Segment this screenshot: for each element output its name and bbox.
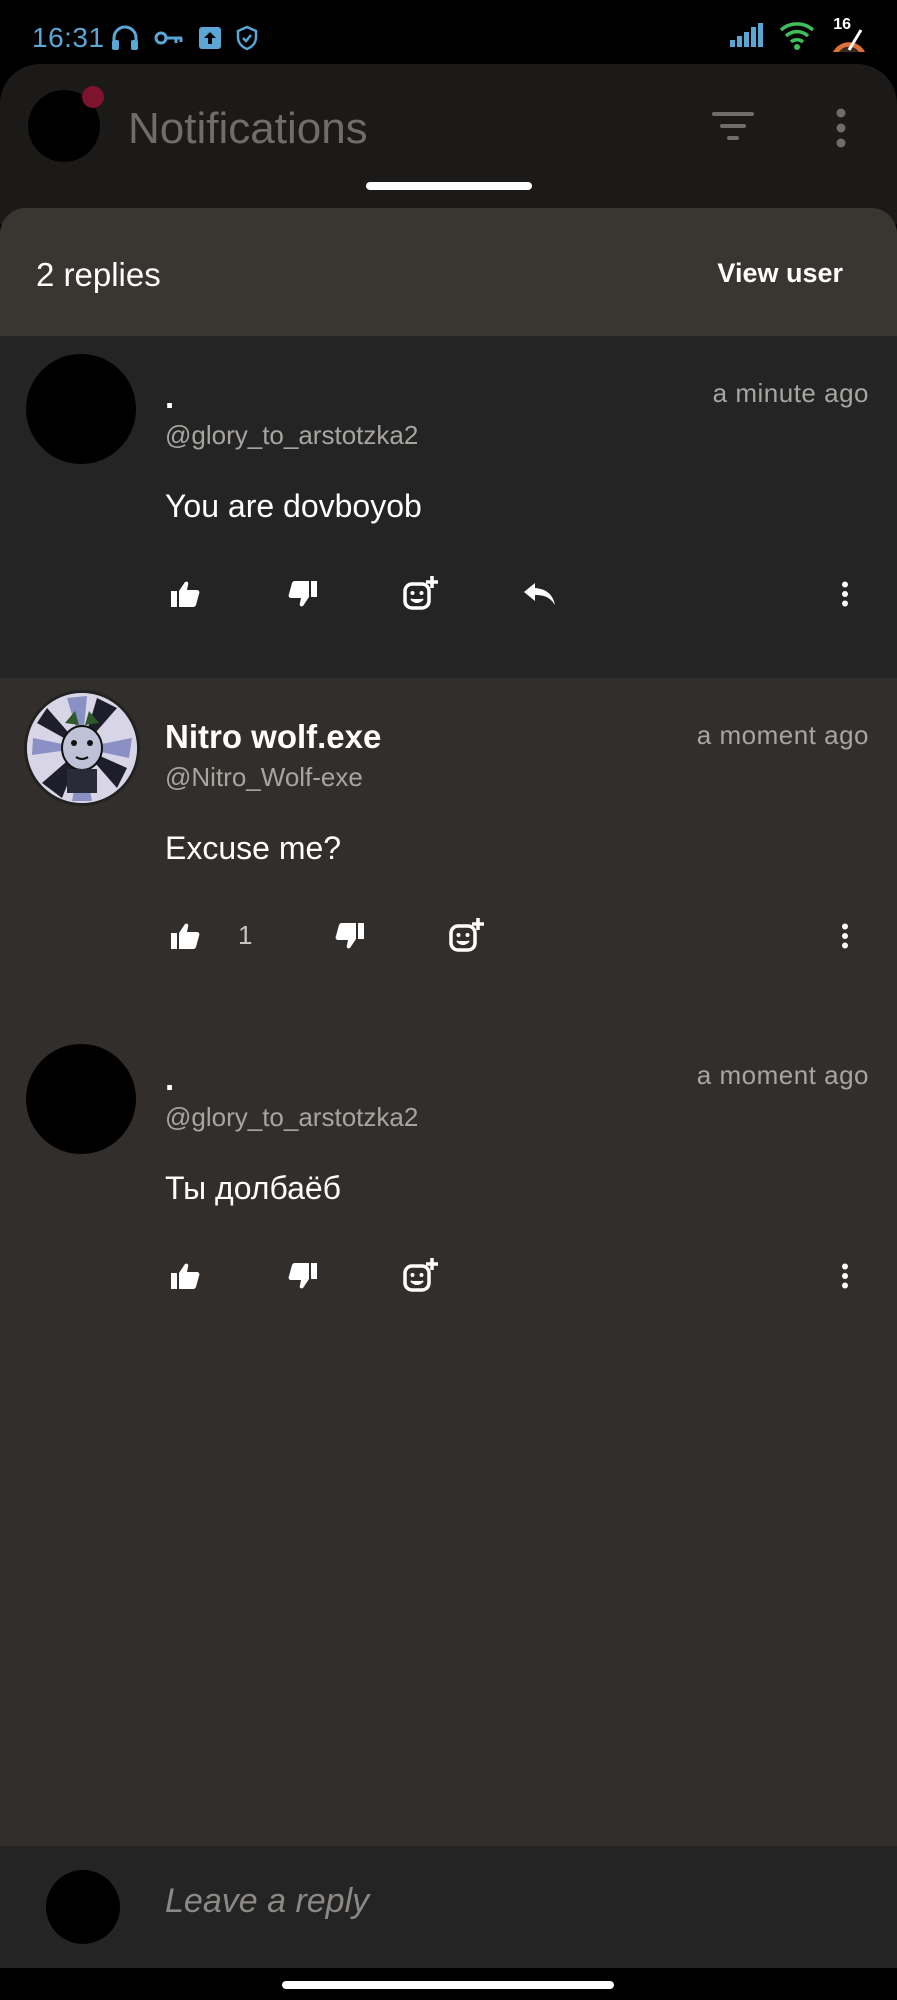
avatar[interactable] xyxy=(24,690,140,806)
more-vertical-icon xyxy=(842,1263,848,1289)
comment-time: a moment ago xyxy=(696,1060,869,1090)
wolf-avatar-image xyxy=(27,693,137,803)
replies-sheet: 2 replies View user . a minute ago @glor… xyxy=(0,208,897,1968)
add-emoji-icon xyxy=(403,576,438,610)
add-reaction-button[interactable] xyxy=(447,914,487,958)
filter-icon[interactable] xyxy=(712,110,754,142)
comment-more-button[interactable] xyxy=(825,1254,865,1298)
drag-handle[interactable] xyxy=(366,182,532,190)
upload-icon xyxy=(199,27,221,49)
comment-more-button[interactable] xyxy=(825,572,865,616)
add-emoji-icon xyxy=(403,1258,438,1292)
like-button[interactable] xyxy=(165,572,205,616)
battery-level: 16 xyxy=(833,16,851,33)
thumbs-up-icon xyxy=(171,581,200,607)
view-user-button[interactable]: View user xyxy=(717,258,843,289)
comment-handle[interactable]: @Nitro_Wolf-exe xyxy=(165,762,363,793)
reply-button[interactable] xyxy=(519,572,559,616)
like-button[interactable] xyxy=(165,914,205,958)
dislike-button[interactable] xyxy=(330,914,370,958)
avatar[interactable] xyxy=(26,1044,136,1154)
like-count: 1 xyxy=(238,920,253,950)
comment-text: You are dovboyob xyxy=(165,488,422,524)
avatar[interactable] xyxy=(26,354,136,464)
dislike-button[interactable] xyxy=(283,1254,323,1298)
comment-more-button[interactable] xyxy=(825,914,865,958)
dislike-button[interactable] xyxy=(283,572,323,616)
wifi-icon xyxy=(779,22,815,50)
comment-item: . a moment ago @glory_to_arstotzka2 Ты д… xyxy=(0,1018,897,1358)
comment-handle[interactable]: @glory_to_arstotzka2 xyxy=(165,1102,418,1133)
comment-time: a minute ago xyxy=(712,378,869,408)
reply-arrow-icon xyxy=(524,583,555,605)
sheet-header: 2 replies View user xyxy=(0,208,897,336)
add-reaction-button[interactable] xyxy=(401,1254,441,1298)
key-icon xyxy=(154,31,183,45)
reply-input[interactable] xyxy=(165,1882,845,1921)
comment-text: Excuse me? xyxy=(165,830,342,866)
navigation-bar xyxy=(0,1968,897,2000)
comment-text: Ты долбаёб xyxy=(165,1170,341,1206)
comment-handle[interactable]: @glory_to_arstotzka2 xyxy=(165,420,418,451)
comment-actions xyxy=(165,572,865,616)
signal-icon xyxy=(730,23,763,47)
notification-dot xyxy=(82,86,104,108)
comment-time: a moment ago xyxy=(696,720,869,750)
status-time: 16:31 xyxy=(32,22,105,53)
shield-icon xyxy=(236,25,258,51)
add-emoji-icon xyxy=(449,918,484,952)
thumbs-up-icon xyxy=(171,1263,200,1289)
comment-actions: 1 xyxy=(165,914,865,958)
status-bar: 16:31 16 xyxy=(0,0,897,64)
comment-item: . a minute ago @glory_to_arstotzka2 You … xyxy=(0,336,897,678)
comment-author[interactable]: . xyxy=(165,378,174,416)
avatar xyxy=(46,1870,120,1944)
status-icons-left xyxy=(110,24,258,52)
thumbs-down-icon xyxy=(288,1263,317,1289)
reply-bar xyxy=(0,1846,897,1968)
thumbs-down-icon xyxy=(335,923,364,949)
comment-actions xyxy=(165,1254,865,1298)
page-title: Notifications xyxy=(128,104,368,153)
add-reaction-button[interactable] xyxy=(401,572,441,616)
comment-item: Nitro wolf.exe a moment ago @Nitro_Wolf-… xyxy=(0,678,897,1018)
like-button[interactable] xyxy=(165,1254,205,1298)
more-vertical-icon[interactable] xyxy=(834,108,848,148)
comment-author[interactable]: Nitro wolf.exe xyxy=(165,718,381,756)
headphones-icon xyxy=(112,25,138,50)
more-vertical-icon xyxy=(842,923,848,949)
sheet-title: 2 replies xyxy=(36,256,161,293)
comment-author[interactable]: . xyxy=(165,1060,174,1098)
thumbs-down-icon xyxy=(288,581,317,607)
more-vertical-icon xyxy=(842,581,848,607)
home-gesture-handle[interactable] xyxy=(282,1981,614,1989)
thumbs-up-icon xyxy=(171,923,200,949)
